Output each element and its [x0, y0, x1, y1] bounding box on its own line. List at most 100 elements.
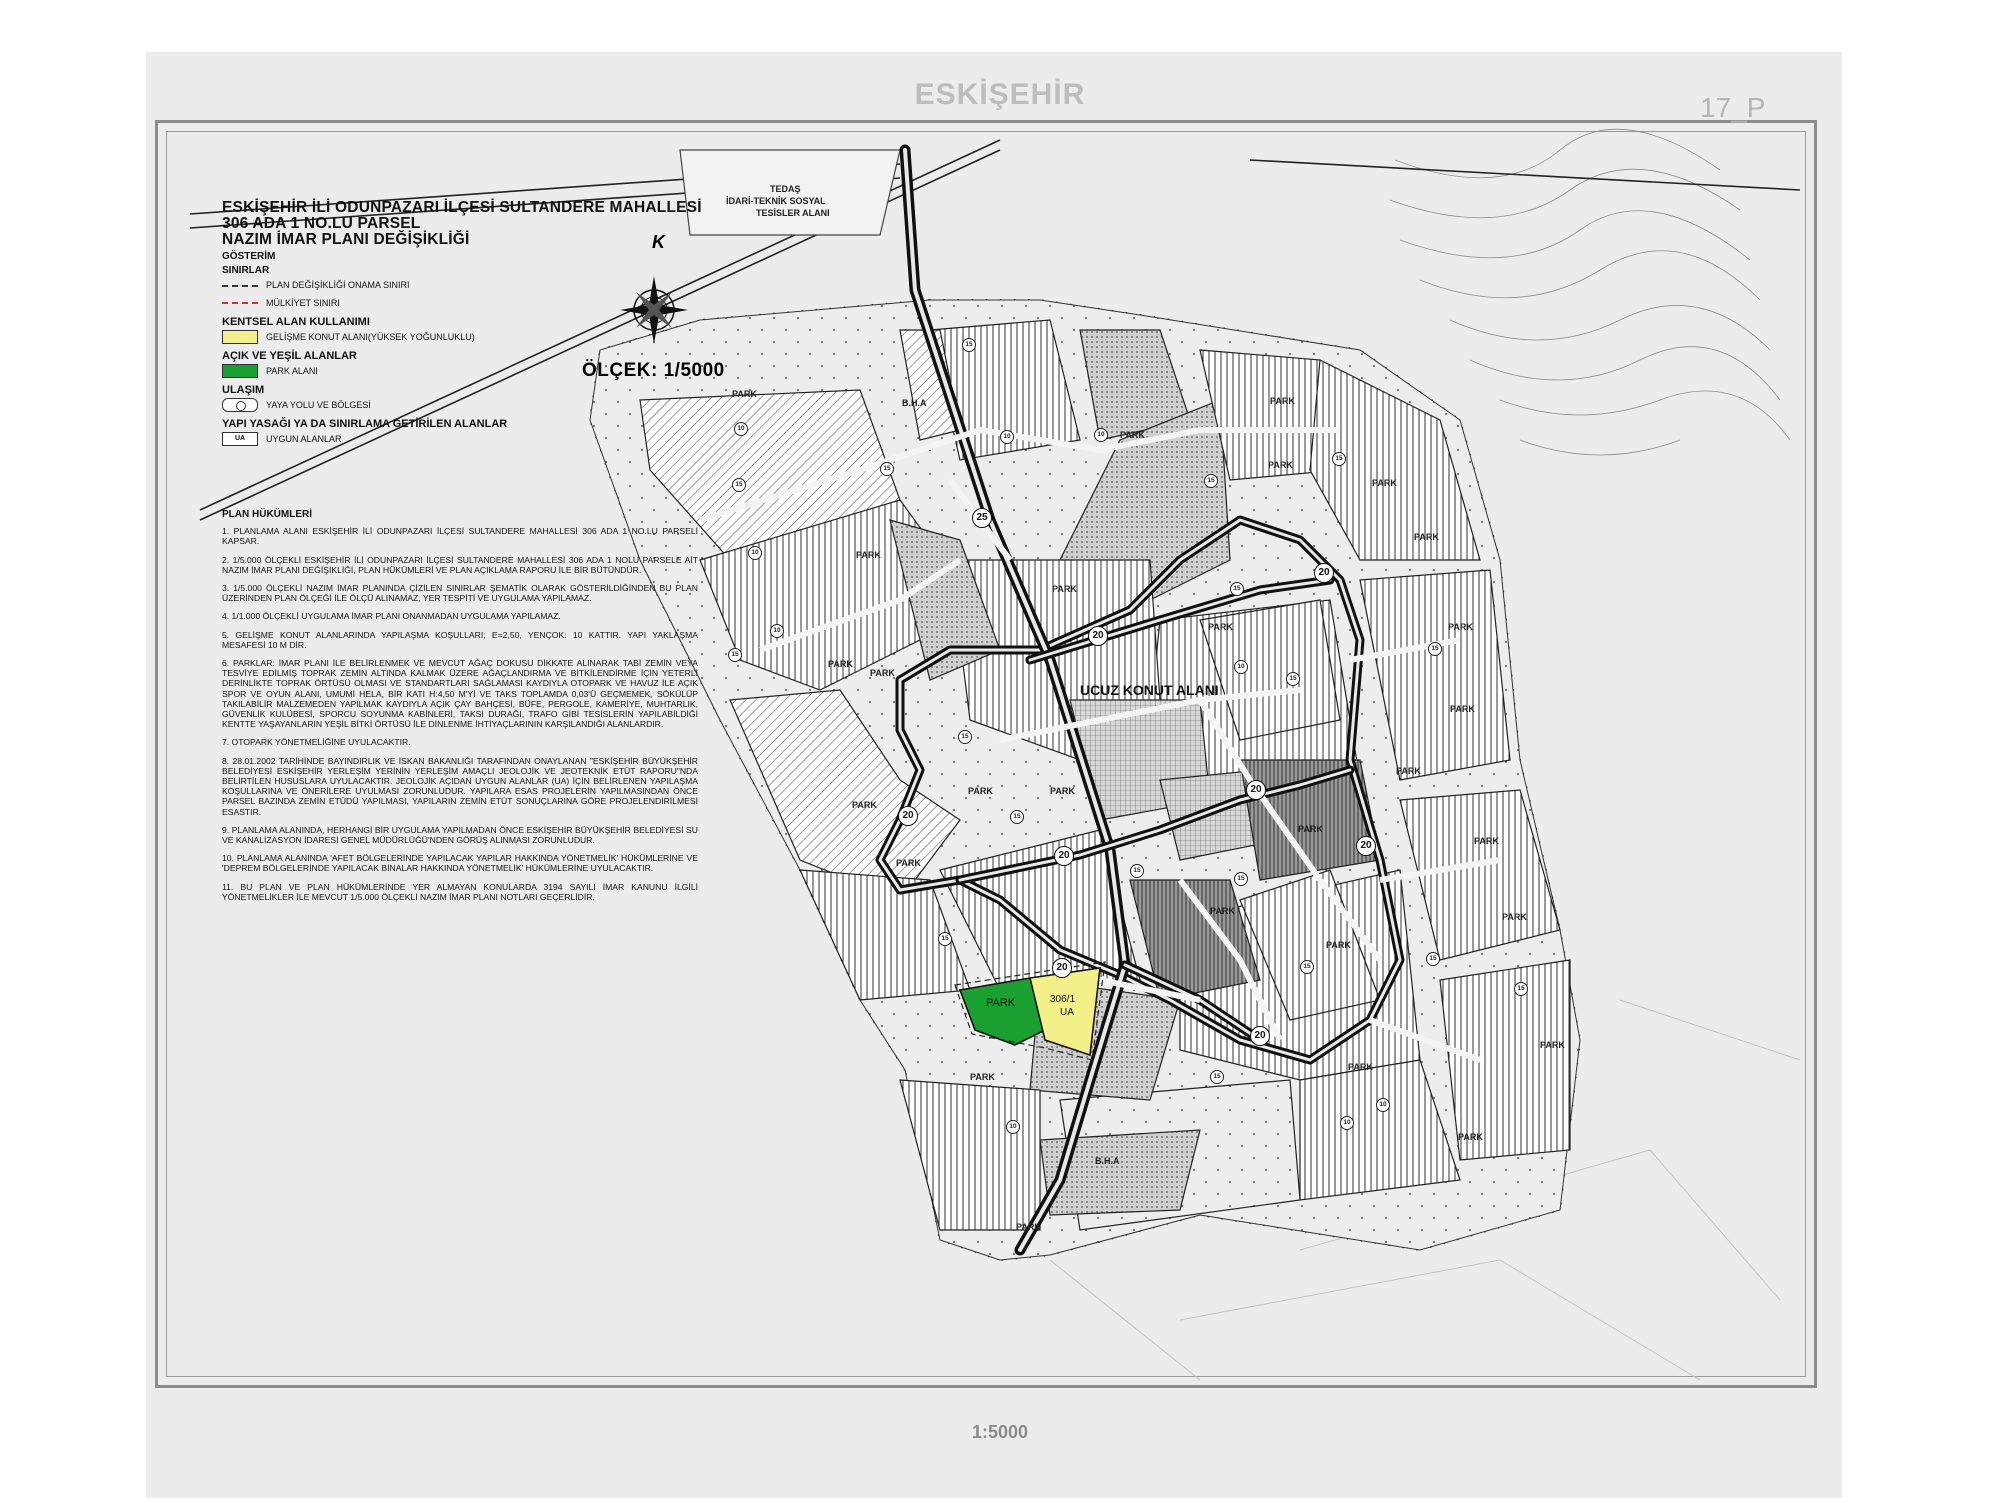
- road-width-small: 15: [1130, 864, 1144, 878]
- sheet-bottom-scale: 1:5000: [971, 1422, 1029, 1442]
- road-width-badge: 25: [972, 508, 992, 528]
- tedas-label-2: İDARİ-TEKNİK SOSYAL: [726, 196, 826, 206]
- property-line-swatch: [222, 302, 258, 304]
- park-label: PARK: [1050, 786, 1075, 796]
- bha-label-south: B.H.A: [1095, 1156, 1120, 1166]
- tedas-label-1: TEDAŞ: [770, 184, 801, 194]
- legend-property-label: MÜLKİYET SINIRI: [266, 298, 340, 308]
- road-width-small: 15: [1332, 452, 1346, 466]
- road-width-small: 10: [1234, 660, 1248, 674]
- road-width-badge: 20: [1054, 846, 1074, 866]
- road-width-small: 10: [1000, 430, 1014, 444]
- park-label: PARK: [732, 389, 757, 399]
- provision-7: 7. OTOPARK YÖNETMELİĞİNE UYULACAKTIR.: [222, 737, 411, 748]
- dashed-boundary-swatch: [222, 285, 258, 287]
- legend-transport-heading: ULAŞIM: [222, 384, 265, 396]
- plan-title-line-2: 306 ADA 1 NO.LU PARSEL: [222, 215, 421, 232]
- road-width-small: 10: [1376, 1098, 1390, 1112]
- parcel-number-label: 306/1: [1050, 994, 1076, 1005]
- bha-label-north: B.H.A: [902, 398, 927, 408]
- road-width-small: 15: [938, 932, 952, 946]
- park-label: PARK: [1448, 622, 1473, 632]
- road-width-small: 10: [1094, 428, 1108, 442]
- road-width-badge: 20: [1356, 836, 1376, 856]
- plan-provisions: PLAN HÜKÜMLERİ 1. PLANLAMA ALANI ESKİŞEH…: [222, 509, 698, 910]
- road-width-small: 15: [1230, 582, 1244, 596]
- provision-5: 5. GELİŞME KONUT ALANLARINDA YAPILAŞMA K…: [222, 629, 698, 650]
- map-sheet: ESKİŞEHİR 17_P K ESKİŞEHİR İLİ ODUNPAZAR…: [0, 0, 2000, 1503]
- parcel-ua-label: UA: [1060, 1007, 1074, 1018]
- housing-swatch: [222, 330, 258, 344]
- road-width-small: 15: [1426, 952, 1440, 966]
- plan-title-line-1: ESKİŞEHİR İLİ ODUNPAZARI İLÇESİ SULTANDE…: [222, 199, 702, 216]
- legend-restricted-heading: YAPI YASAĞI YA DA SINIRLAMA GETİRİLEN AL…: [222, 418, 508, 430]
- park-label: PARK: [1270, 396, 1295, 406]
- plan-scale-label: ÖLÇEK: 1/5000: [582, 360, 725, 381]
- plan-title-line-3: NAZIM İMAR PLANI DEĞİŞİKLİĞİ: [222, 231, 470, 248]
- legend-ua-label: UYGUN ALANLAR: [266, 434, 342, 444]
- road-width-small: 10: [748, 546, 762, 560]
- park-label: PARK: [870, 668, 895, 678]
- park-label: PARK: [1326, 940, 1351, 950]
- road-width-small: 15: [1428, 642, 1442, 656]
- legend-heading: GÖSTERİM: [222, 251, 276, 262]
- walkway-swatch: [222, 398, 258, 412]
- road-width-badge: 20: [898, 806, 918, 826]
- road-width-small: 15: [1300, 960, 1314, 974]
- park-label: PARK: [1208, 622, 1233, 632]
- park-swatch: [222, 364, 258, 378]
- road-width-small: 15: [958, 730, 972, 744]
- legend-park-label: PARK ALANI: [266, 366, 318, 376]
- provision-6: 6. PARKLAR: İMAR PLANI İLE BELİRLENMEK V…: [222, 658, 698, 730]
- road-width-small: 10: [770, 624, 784, 638]
- road-width-small: 15: [1010, 810, 1024, 824]
- road-width-small: 15: [1210, 1070, 1224, 1084]
- park-label: PARK: [1474, 836, 1499, 846]
- park-label: PARK: [1372, 478, 1397, 488]
- legend-walkway-label: YAYA YOLU VE BÖLGESİ: [266, 400, 371, 410]
- road-width-small: 15: [1234, 872, 1248, 886]
- road-width-badge: 20: [1088, 626, 1108, 646]
- road-width-badge: 20: [1246, 780, 1266, 800]
- provision-1: 1. PLANLAMA ALANI ESKİŞEHİR İLİ ODUNPAZA…: [222, 526, 698, 547]
- legend-urban-heading: KENTSEL ALAN KULLANIMI: [222, 316, 370, 328]
- park-label: PARK: [828, 659, 853, 669]
- road-width-small: 15: [1286, 672, 1300, 686]
- road-width-badge: 20: [1052, 958, 1072, 978]
- park-label: PARK: [1348, 1062, 1373, 1072]
- road-width-small: 15: [1204, 474, 1218, 488]
- legend-panel: ESKİŞEHİR İLİ ODUNPAZARI İLÇESİ SULTANDE…: [222, 200, 712, 448]
- district-label: UCUZ KONUT ALANI: [1080, 682, 1219, 698]
- provision-10: 10. PLANLAMA ALANINDA 'AFET BÖLGELERİNDE…: [222, 853, 698, 874]
- park-label: PARK: [1502, 912, 1527, 922]
- park-label: PARK: [1414, 532, 1439, 542]
- road-width-small: 15: [728, 648, 742, 662]
- road-width-small: 10: [734, 422, 748, 436]
- park-label: PARK: [1396, 766, 1421, 776]
- road-width-badge: 20: [1250, 1026, 1270, 1046]
- parcel-park-label: PARK: [986, 997, 1016, 1009]
- park-label: PARK: [1450, 704, 1475, 714]
- legend-housing-label: GELİŞME KONUT ALANI(YÜKSEK YOĞUNLUKLU): [266, 332, 475, 342]
- provision-9: 9. PLANLAMA ALANINDA, HERHANGİ BİR UYGUL…: [222, 824, 698, 846]
- provision-4: 4. 1/1.000 ÖLÇEKLİ UYGULAMA İMAR PLANI O…: [222, 611, 561, 622]
- road-width-small: 15: [880, 462, 894, 476]
- park-label: PARK: [1210, 906, 1235, 916]
- provision-11: 11. BU PLAN VE PLAN HÜKÜMLERİNDE YER ALM…: [222, 881, 698, 902]
- park-label: PARK: [1016, 1222, 1041, 1232]
- legend-boundaries-heading: SINIRLAR: [222, 265, 270, 276]
- park-label: PARK: [1052, 584, 1077, 594]
- park-label: PARK: [852, 800, 877, 810]
- park-label: PARK: [896, 858, 921, 868]
- park-label: PARK: [1540, 1040, 1565, 1050]
- legend-row-property: MÜLKİYET SINIRI: [222, 294, 712, 312]
- road-width-small: 10: [1006, 1120, 1020, 1134]
- park-label: PARK: [1120, 430, 1145, 440]
- road-width-small: 15: [732, 478, 746, 492]
- legend-row-housing: GELİŞME KONUT ALANI(YÜKSEK YOĞUNLUKLU): [222, 328, 712, 346]
- legend-row-onama: PLAN DEĞİŞİKLİĞİ ONAMA SINIRI: [222, 276, 712, 294]
- ua-swatch: UA: [222, 432, 258, 446]
- provisions-title: PLAN HÜKÜMLERİ: [222, 509, 312, 520]
- provision-2: 2. 1/5.000 ÖLÇEKLİ ESKİŞEHİR İLİ ODUNPAZ…: [222, 554, 698, 575]
- road-width-small: 10: [1340, 1116, 1354, 1130]
